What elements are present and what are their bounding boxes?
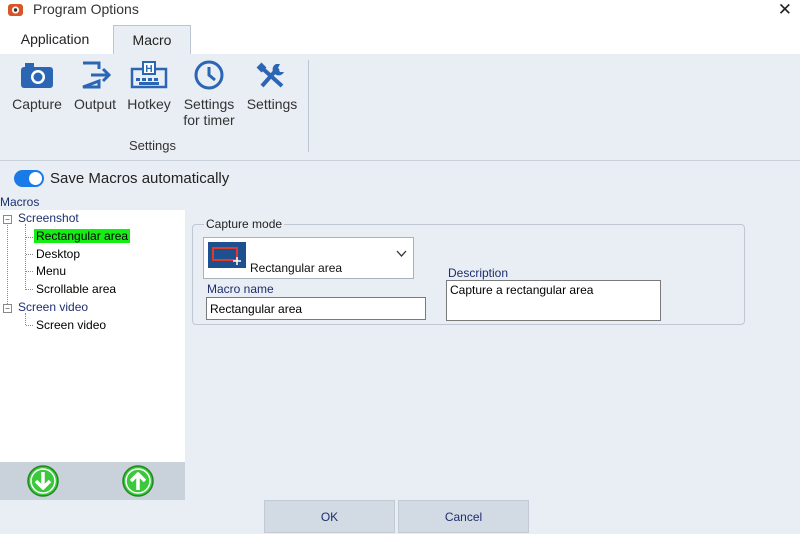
capture-mode-select[interactable]: Rectangular area xyxy=(203,237,414,279)
ribbon-group-label: Settings xyxy=(129,138,176,153)
move-buttons-bar xyxy=(0,462,185,500)
tree-item-menu[interactable]: Menu xyxy=(36,264,66,278)
tree-connector xyxy=(26,325,33,326)
close-icon[interactable]: ✕ xyxy=(778,0,792,20)
macros-tree[interactable]: − Screenshot Rectangular area Desktop Me… xyxy=(0,210,185,462)
macro-name-input[interactable] xyxy=(206,297,426,320)
settings-button[interactable]: Settings xyxy=(243,60,301,112)
tab-bar: Application Macro xyxy=(0,22,800,55)
output-label: Output xyxy=(73,96,117,112)
tree-connector xyxy=(7,223,8,308)
macro-name-label: Macro name xyxy=(207,282,274,296)
ok-button[interactable]: OK xyxy=(264,500,395,533)
tree-group-screenshot[interactable]: Screenshot xyxy=(18,211,79,225)
save-macros-toggle[interactable] xyxy=(14,170,44,187)
tree-item-rectangular-area[interactable]: Rectangular area xyxy=(34,229,131,243)
tree-item-desktop[interactable]: Desktop xyxy=(36,247,80,261)
rectangular-area-icon xyxy=(208,242,246,268)
ribbon-separator xyxy=(308,60,309,152)
chevron-down-icon xyxy=(396,250,407,257)
hotkey-button[interactable]: H Hotkey xyxy=(123,60,175,112)
output-icon xyxy=(82,61,112,89)
tree-connector xyxy=(26,237,33,238)
camera-icon xyxy=(21,63,53,88)
settings-for-timer-label: Settings for timer xyxy=(183,96,235,128)
capture-mode-value: Rectangular area xyxy=(250,261,343,275)
timer-icon xyxy=(194,60,224,90)
settings-label: Settings xyxy=(246,96,298,112)
capture-button[interactable]: Capture xyxy=(9,60,65,112)
capture-mode-label: Capture mode xyxy=(204,217,285,231)
tree-item-screen-video[interactable]: Screen video xyxy=(36,318,106,332)
capture-label: Capture xyxy=(12,96,62,112)
tree-connector xyxy=(26,271,33,272)
move-up-icon[interactable] xyxy=(122,465,154,497)
move-down-icon[interactable] xyxy=(27,465,59,497)
hotkey-icon: H xyxy=(130,61,168,89)
tree-connector xyxy=(25,313,26,325)
save-macros-label: Save Macros automatically xyxy=(50,170,230,187)
tree-connector xyxy=(25,224,26,290)
tab-macro[interactable]: Macro xyxy=(113,25,191,55)
title-bar: Program Options ✕ xyxy=(0,0,800,22)
output-button[interactable]: Output xyxy=(69,60,121,112)
description-textarea[interactable]: Capture a rectangular area xyxy=(446,280,661,321)
collapse-icon[interactable]: − xyxy=(3,304,12,313)
tree-connector xyxy=(26,289,33,290)
tab-application[interactable]: Application xyxy=(6,25,104,54)
toggle-knob xyxy=(29,172,42,185)
tree-connector xyxy=(26,254,33,255)
collapse-icon[interactable]: − xyxy=(3,215,12,224)
svg-text:H: H xyxy=(145,64,152,75)
window-title: Program Options xyxy=(33,1,139,17)
settings-for-timer-button[interactable]: Settings for timer xyxy=(177,60,241,128)
hotkey-label: Hotkey xyxy=(127,96,171,112)
description-label: Description xyxy=(448,266,509,280)
macros-title: Macros xyxy=(0,195,40,209)
tree-item-scrollable-area[interactable]: Scrollable area xyxy=(36,282,116,296)
ribbon: Capture Output H Hotkey Settings for tim… xyxy=(0,54,800,161)
cancel-button[interactable]: Cancel xyxy=(398,500,529,533)
tree-group-screen-video[interactable]: Screen video xyxy=(18,300,88,314)
app-logo-icon xyxy=(8,4,23,16)
tools-icon xyxy=(256,62,284,88)
